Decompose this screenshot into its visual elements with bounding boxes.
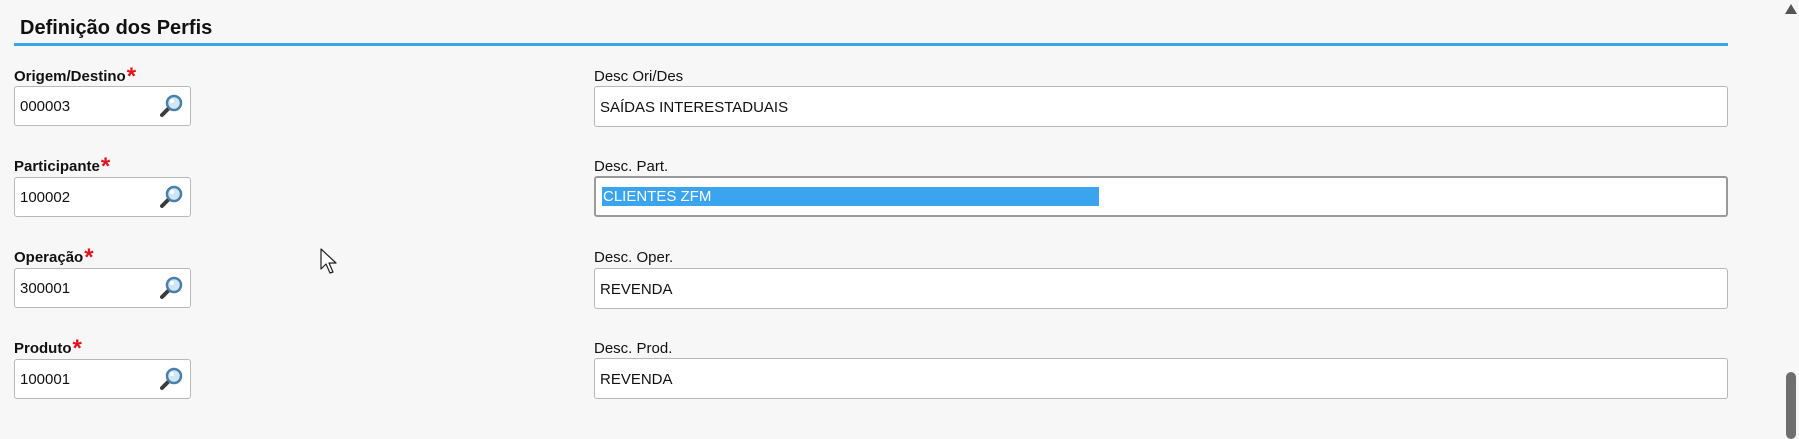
origem-destino-field[interactable]: 000003 bbox=[14, 86, 191, 126]
origem-destino-value: 000003 bbox=[20, 98, 71, 115]
desc-oper-field[interactable]: REVENDA bbox=[594, 268, 1728, 309]
produto-label-text: Produto bbox=[14, 340, 72, 357]
desc-ori-des-field[interactable]: SAÍDAS INTERESTADUAIS bbox=[594, 86, 1728, 127]
desc-part-selected-value: CLIENTES ZFM bbox=[602, 187, 1099, 206]
desc-oper-label: Desc. Oper. bbox=[594, 249, 674, 266]
desc-prod-label: Desc. Prod. bbox=[594, 340, 673, 357]
participante-label: Participante* bbox=[14, 155, 110, 179]
desc-oper-value: REVENDA bbox=[600, 281, 673, 298]
required-marker: * bbox=[84, 244, 94, 271]
section-title: Definição dos Perfis bbox=[20, 17, 213, 39]
scrollbar-thumb[interactable] bbox=[1786, 372, 1796, 439]
arrow-up-icon[interactable] bbox=[1785, 4, 1797, 14]
participante-field[interactable]: 100002 bbox=[14, 177, 191, 217]
mouse-pointer-icon bbox=[320, 248, 337, 274]
magnifier-icon[interactable] bbox=[158, 184, 184, 210]
required-marker: * bbox=[72, 335, 82, 362]
required-marker: * bbox=[100, 153, 111, 180]
magnifier-icon[interactable] bbox=[158, 93, 184, 119]
origem-destino-label: Origem/Destino* bbox=[14, 65, 136, 89]
produto-value: 100001 bbox=[20, 371, 71, 388]
desc-part-label: Desc. Part. bbox=[594, 158, 669, 175]
participante-label-text: Participante bbox=[14, 158, 100, 175]
produto-field[interactable]: 100001 bbox=[14, 359, 191, 399]
participante-value: 100002 bbox=[20, 189, 71, 206]
operacao-field[interactable]: 300001 bbox=[14, 268, 191, 308]
desc-part-field[interactable]: CLIENTES ZFM bbox=[594, 176, 1728, 217]
operacao-label: Operação* bbox=[14, 246, 94, 270]
operacao-label-text: Operação bbox=[14, 249, 84, 266]
desc-prod-field[interactable]: REVENDA bbox=[594, 358, 1728, 399]
operacao-value: 300001 bbox=[20, 280, 71, 297]
produto-label: Produto* bbox=[14, 337, 82, 361]
magnifier-icon[interactable] bbox=[158, 275, 184, 301]
origem-destino-label-text: Origem/Destino bbox=[14, 68, 126, 85]
section-divider bbox=[14, 43, 1728, 46]
desc-ori-des-value: SAÍDAS INTERESTADUAIS bbox=[600, 99, 789, 116]
desc-prod-value: REVENDA bbox=[600, 371, 673, 388]
vertical-scrollbar[interactable] bbox=[1782, 0, 1799, 439]
desc-ori-des-label: Desc Ori/Des bbox=[594, 68, 684, 85]
form-page: Definição dos Perfis Origem/Destino* 000… bbox=[0, 0, 1799, 439]
magnifier-icon[interactable] bbox=[158, 366, 184, 392]
